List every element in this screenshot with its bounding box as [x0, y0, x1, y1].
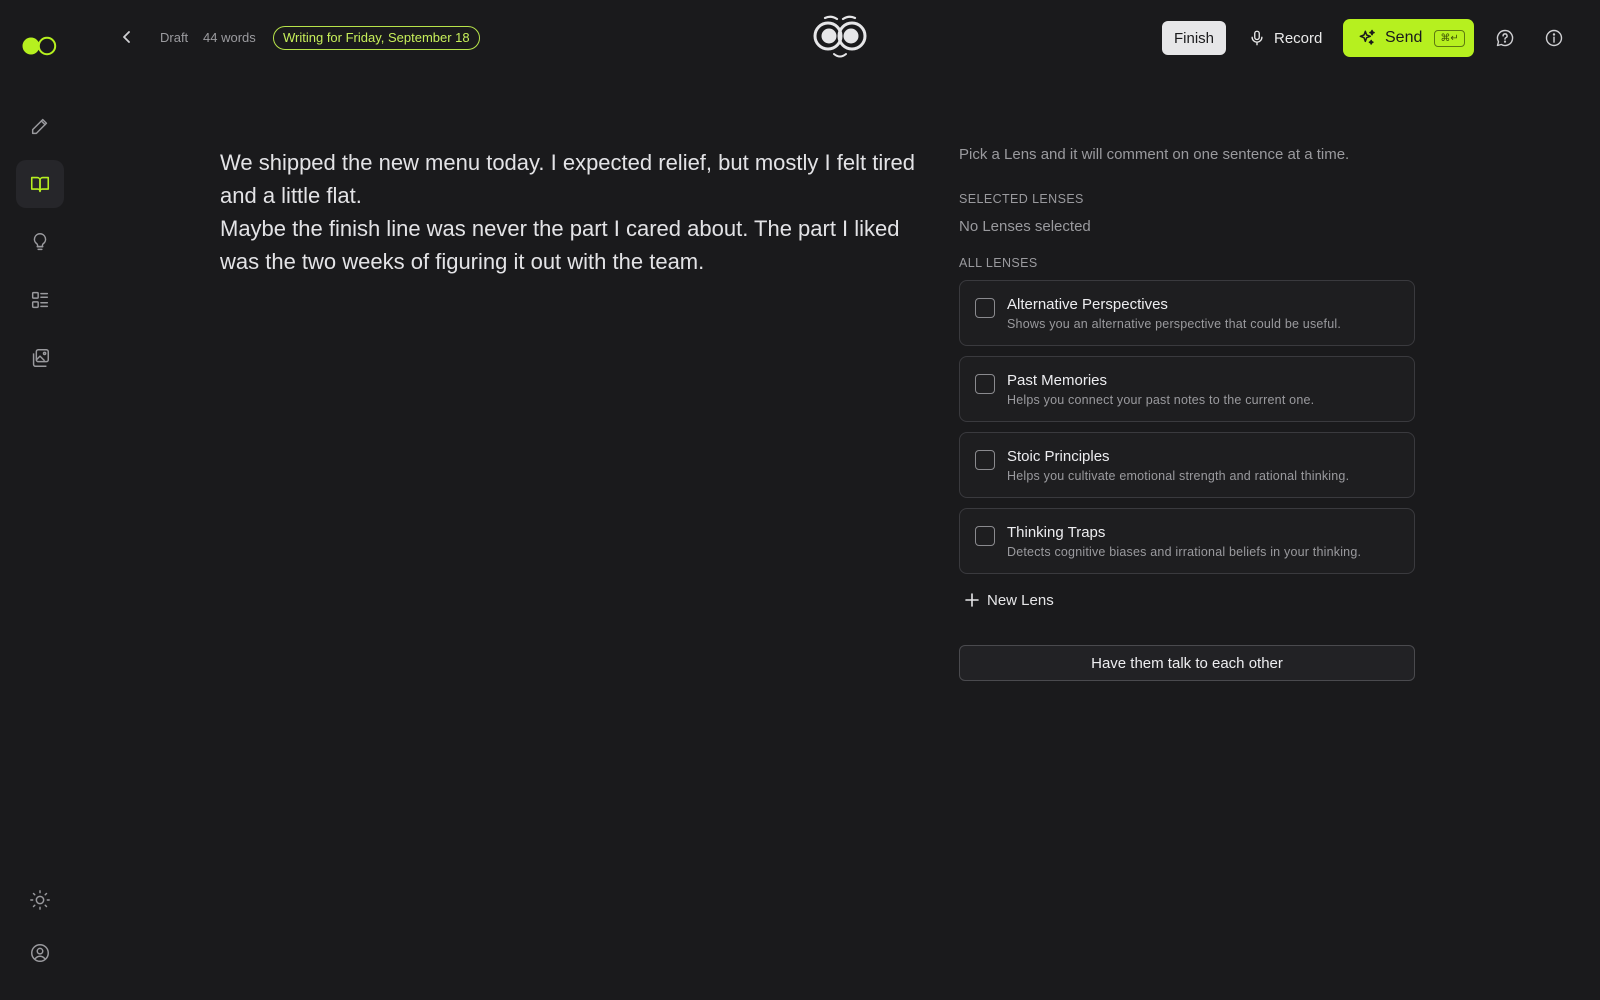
send-shortcut-hint: ⌘↵ [1434, 29, 1465, 47]
lens-checkbox[interactable] [975, 298, 995, 318]
lens-card[interactable]: Alternative Perspectives Shows you an al… [959, 280, 1415, 346]
nav-media[interactable] [16, 334, 64, 382]
lens-description: Helps you cultivate emotional strength a… [1007, 469, 1350, 483]
user-circle-icon [31, 944, 49, 962]
app-logo[interactable] [21, 36, 59, 56]
info-button[interactable] [1542, 26, 1566, 50]
help-chat-icon [1496, 29, 1514, 47]
lens-description: Shows you an alternative perspective tha… [1007, 317, 1342, 331]
all-lenses-heading: ALL LENSES [959, 256, 1038, 270]
lens-name: Thinking Traps [1007, 524, 1106, 541]
talk-to-each-other-button[interactable]: Have them talk to each other [959, 645, 1415, 681]
lens-description: Helps you connect your past notes to the… [1007, 393, 1315, 407]
sparkles-icon [1359, 29, 1375, 45]
nav-ideas[interactable] [16, 218, 64, 266]
back-button[interactable] [116, 26, 138, 48]
gallery-icon [32, 349, 49, 367]
lens-list: Alternative Perspectives Shows you an al… [959, 280, 1415, 574]
account-button[interactable] [16, 929, 64, 977]
plus-icon [965, 593, 979, 607]
draft-status: Draft [160, 30, 189, 45]
new-lens-label: New Lens [987, 591, 1054, 609]
theme-toggle[interactable] [16, 876, 64, 924]
lightbulb-icon [33, 233, 47, 251]
record-button[interactable]: Record [1248, 21, 1328, 55]
lens-name: Stoic Principles [1007, 448, 1110, 465]
pencil-icon [31, 118, 48, 135]
lens-card[interactable]: Thinking Traps Detects cognitive biases … [959, 508, 1415, 574]
editor-paragraph-2[interactable]: Maybe the finish line was never the part… [220, 212, 930, 278]
sun-icon [30, 890, 50, 910]
lens-card[interactable]: Stoic Principles Helps you cultivate emo… [959, 432, 1415, 498]
lens-checkbox[interactable] [975, 450, 995, 470]
lens-name: Alternative Perspectives [1007, 296, 1168, 313]
info-icon [1545, 29, 1563, 47]
editor-paragraph-1[interactable]: We shipped the new menu today. I expecte… [220, 146, 930, 212]
send-label: Send [1385, 29, 1423, 46]
new-lens-button[interactable]: New Lens [959, 584, 1415, 616]
word-count: 44 words [203, 30, 256, 45]
help-button[interactable] [1493, 26, 1517, 50]
microphone-icon [1251, 30, 1263, 46]
lens-panel: Pick a Lens and it will comment on one s… [959, 146, 1415, 681]
lens-checkbox[interactable] [975, 526, 995, 546]
sidebar [0, 0, 80, 1000]
lens-name: Past Memories [1007, 372, 1108, 389]
chevron-left-icon [123, 31, 130, 43]
nav-lists[interactable] [16, 276, 64, 324]
writing-date-pill[interactable]: Writing for Friday, September 18 [273, 26, 480, 50]
nav-write[interactable] [16, 102, 64, 150]
journal-editor[interactable]: We shipped the new menu today. I expecte… [220, 146, 930, 278]
lens-description: Detects cognitive biases and irrational … [1007, 545, 1362, 559]
finish-button[interactable]: Finish [1162, 21, 1226, 55]
lens-hint: Pick a Lens and it will comment on one s… [959, 146, 1350, 163]
book-open-icon [30, 176, 50, 193]
no-lenses-text: No Lenses selected [959, 218, 1091, 235]
owl-eyes-logo [813, 15, 867, 58]
lens-card[interactable]: Past Memories Helps you connect your pas… [959, 356, 1415, 422]
send-button[interactable]: Send ⌘↵ [1343, 19, 1474, 57]
journal-app: Draft 44 words Writing for Friday, Septe… [0, 0, 1600, 1000]
list-icon [31, 291, 49, 309]
record-label: Record [1274, 29, 1323, 47]
nav-journal[interactable] [16, 160, 64, 208]
lens-checkbox[interactable] [975, 374, 995, 394]
selected-lenses-heading: SELECTED LENSES [959, 192, 1084, 206]
